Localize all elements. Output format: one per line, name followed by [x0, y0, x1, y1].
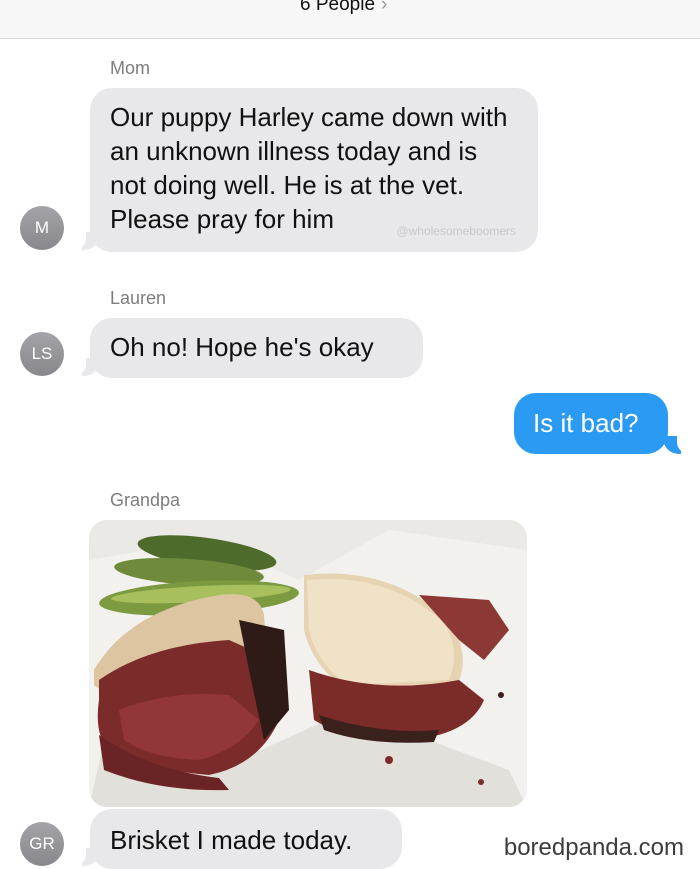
sender-name-mom: Mom [110, 58, 150, 78]
site-watermark: boredpanda.com [503, 834, 684, 861]
avatar-lauren[interactable]: LS [20, 332, 64, 376]
group-title: 6 People [300, 0, 376, 15]
group-details-button[interactable]: 6 People › [300, 0, 387, 16]
message-text: Is it bad? [533, 408, 639, 438]
avatar-mom[interactable]: M [20, 206, 64, 250]
brisket-sandwich-illustration [89, 520, 527, 807]
watermark-text: @wholesomeboomers [396, 224, 516, 238]
message-bubble-mom[interactable]: Our puppy Harley came down with an unkno… [90, 88, 538, 252]
sender-name-lauren: Lauren [110, 288, 167, 308]
avatar-grandpa[interactable]: GR [20, 822, 64, 866]
message-text: Brisket I made today. [110, 825, 353, 855]
chevron-right-icon: › [381, 0, 388, 15]
brisket-sandwich-photo[interactable] [89, 520, 527, 807]
message-bubble-outgoing[interactable]: Is it bad? [514, 393, 668, 454]
sender-name-grandpa: Grandpa [110, 490, 181, 510]
conversation-header: 6 People › [0, 0, 700, 39]
message-text: Oh no! Hope he's okay [110, 332, 374, 362]
message-bubble-lauren[interactable]: Oh no! Hope he's okay [90, 318, 423, 378]
message-bubble-grandpa[interactable]: Brisket I made today. [90, 809, 402, 869]
